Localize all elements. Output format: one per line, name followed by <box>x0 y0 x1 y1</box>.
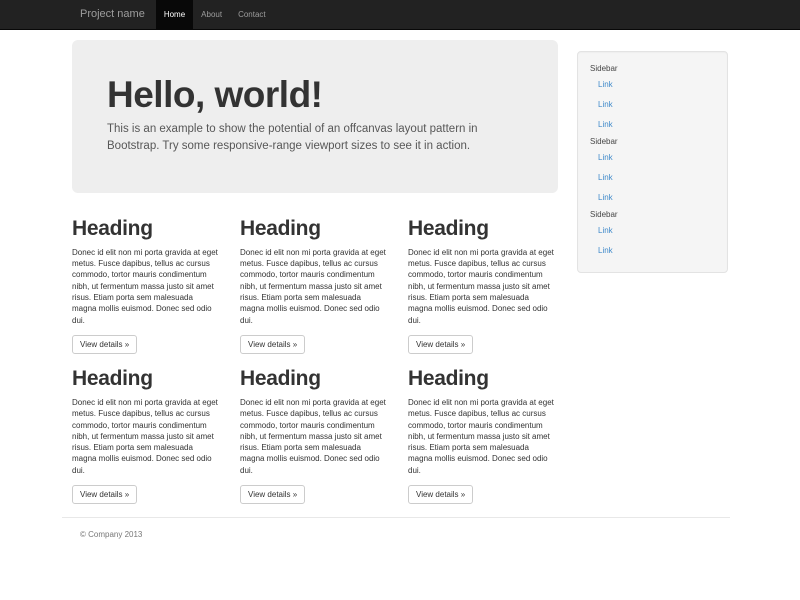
view-details-button[interactable]: View details » <box>240 485 305 504</box>
view-details-button[interactable]: View details » <box>408 335 473 354</box>
sidebar-link[interactable]: Link <box>578 168 727 188</box>
sidebar-link[interactable]: Link <box>578 148 727 168</box>
card-heading: Heading <box>72 217 219 240</box>
page-container: Hello, world! This is an example to show… <box>60 40 740 539</box>
sidebar-link[interactable]: Link <box>578 75 727 95</box>
sidebar-group-header: Sidebar <box>578 135 727 148</box>
card-heading: Heading <box>408 367 555 390</box>
main-content: Hello, world! This is an example to show… <box>72 40 558 504</box>
card-body-text: Donec id elit non mi porta gravida at eg… <box>72 247 219 326</box>
card: Heading Donec id elit non mi porta gravid… <box>408 354 555 504</box>
card-body-text: Donec id elit non mi porta gravida at eg… <box>408 247 555 326</box>
nav-item-about[interactable]: About <box>193 0 230 29</box>
view-details-button[interactable]: View details » <box>408 485 473 504</box>
card-heading: Heading <box>240 367 387 390</box>
sidebar-link[interactable]: Link <box>578 221 727 241</box>
card: Heading Donec id elit non mi porta gravid… <box>408 204 555 354</box>
jumbotron-title: Hello, world! <box>107 76 523 115</box>
view-details-button[interactable]: View details » <box>240 335 305 354</box>
sidebar-group-header: Sidebar <box>578 62 727 75</box>
view-details-button[interactable]: View details » <box>72 485 137 504</box>
navbar-brand[interactable]: Project name <box>60 0 156 29</box>
view-details-button[interactable]: View details » <box>72 335 137 354</box>
sidebar: SidebarLinkLinkLinkSidebarLinkLinkLinkSi… <box>577 51 728 273</box>
cards-grid: Heading Donec id elit non mi porta gravid… <box>72 204 558 504</box>
sidebar-link[interactable]: Link <box>578 241 727 261</box>
card-body-text: Donec id elit non mi porta gravida at eg… <box>408 397 555 476</box>
jumbotron-description: This is an example to show the potential… <box>107 121 523 155</box>
jumbotron: Hello, world! This is an example to show… <box>72 40 558 193</box>
navbar-menu: HomeAboutContact <box>156 0 274 29</box>
card: Heading Donec id elit non mi porta gravid… <box>72 204 219 354</box>
sidebar-link[interactable]: Link <box>578 188 727 208</box>
nav-item-contact[interactable]: Contact <box>230 0 274 29</box>
card-heading: Heading <box>240 217 387 240</box>
footer-divider <box>62 517 730 518</box>
navbar: Project name HomeAboutContact <box>0 0 800 30</box>
card-body-text: Donec id elit non mi porta gravida at eg… <box>240 247 387 326</box>
footer: © Company 2013 <box>60 530 740 539</box>
sidebar-link[interactable]: Link <box>578 115 727 135</box>
nav-item-home[interactable]: Home <box>156 0 193 29</box>
sidebar-link[interactable]: Link <box>578 95 727 115</box>
card-heading: Heading <box>408 217 555 240</box>
card-heading: Heading <box>72 367 219 390</box>
footer-copyright: © Company 2013 <box>80 530 740 539</box>
card: Heading Donec id elit non mi porta gravid… <box>240 204 387 354</box>
card-body-text: Donec id elit non mi porta gravida at eg… <box>72 397 219 476</box>
card-body-text: Donec id elit non mi porta gravida at eg… <box>240 397 387 476</box>
sidebar-group-header: Sidebar <box>578 208 727 221</box>
card: Heading Donec id elit non mi porta gravid… <box>72 354 219 504</box>
card: Heading Donec id elit non mi porta gravid… <box>240 354 387 504</box>
